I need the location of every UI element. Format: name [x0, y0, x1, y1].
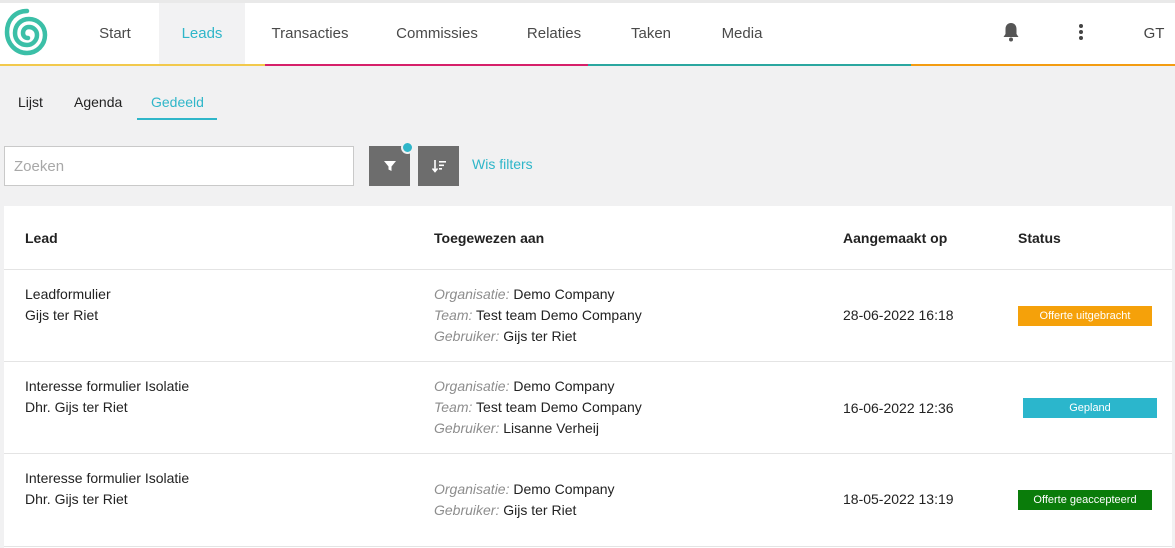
- assigned-value: Test team Demo Company: [476, 307, 642, 323]
- filter-funnel-icon: [383, 161, 396, 171]
- assigned-line: Organisatie: Demo Company: [434, 284, 642, 305]
- created-date: 18-05-2022 13:19: [843, 491, 954, 507]
- leads-table: Lead Toegewezen aan Aangemaakt op Status…: [4, 206, 1172, 548]
- nav-color-bar: [0, 64, 1175, 66]
- tab-lijst[interactable]: Lijst: [18, 94, 43, 120]
- assigned-label: Organisatie:: [434, 378, 510, 394]
- assigned-value: Gijs ter Riet: [503, 502, 577, 518]
- assigned-value: Gijs ter Riet: [503, 328, 577, 344]
- assigned-line: Organisatie: Demo Company: [434, 479, 615, 500]
- top-navigation: Start Leads Transacties Commissies Relat…: [0, 0, 1175, 66]
- color-bar-segment: [911, 64, 1175, 66]
- more-options-icon[interactable]: [1068, 3, 1094, 64]
- table-row[interactable]: Interesse formulier Isolatie Dhr. Gijs t…: [4, 362, 1172, 453]
- nav-item-leads[interactable]: Leads: [159, 3, 245, 64]
- assigned-line: Gebruiker: Gijs ter Riet: [434, 326, 642, 347]
- user-avatar-initials[interactable]: GT: [1134, 3, 1174, 64]
- created-date: 16-06-2022 12:36: [843, 400, 954, 416]
- nav-item-commissies[interactable]: Commissies: [384, 3, 490, 64]
- sort-icon: [431, 160, 446, 173]
- assigned-line: Gebruiker: Lisanne Verheij: [434, 418, 642, 439]
- color-bar-segment: [0, 64, 265, 66]
- assigned-line: Organisatie: Demo Company: [434, 376, 642, 397]
- assigned-value: Demo Company: [513, 481, 615, 497]
- assigned-label: Gebruiker:: [434, 328, 500, 344]
- divider: [4, 546, 1172, 547]
- clear-filters-link[interactable]: Wis filters: [472, 156, 533, 172]
- assigned-label: Organisatie:: [434, 481, 510, 497]
- nav-item-taken[interactable]: Taken: [620, 3, 682, 64]
- assigned-line: Team: Test team Demo Company: [434, 305, 642, 326]
- spiral-logo-icon[interactable]: [3, 7, 51, 59]
- active-filter-indicator: [401, 141, 414, 154]
- lead-title: Leadformulier: [25, 286, 111, 302]
- assigned-label: Team:: [434, 399, 473, 415]
- color-bar-segment: [265, 64, 588, 66]
- assigned-value: Test team Demo Company: [476, 399, 642, 415]
- lead-name: Dhr. Gijs ter Riet: [25, 491, 128, 507]
- sort-button[interactable]: [418, 146, 459, 186]
- assigned-value: Lisanne Verheij: [503, 420, 599, 436]
- tab-gedeeld[interactable]: Gedeeld: [137, 94, 217, 120]
- lead-title: Interesse formulier Isolatie: [25, 378, 190, 394]
- lead-name: Gijs ter Riet: [25, 307, 99, 323]
- color-bar-segment: [588, 64, 911, 66]
- lead-name: Dhr. Gijs ter Riet: [25, 399, 128, 415]
- tab-agenda[interactable]: Agenda: [74, 94, 122, 120]
- notifications-bell-icon[interactable]: [996, 3, 1026, 64]
- assigned-label: Gebruiker:: [434, 502, 500, 518]
- assigned-line: Gebruiker: Gijs ter Riet: [434, 500, 615, 521]
- status-badge: Gepland: [1023, 398, 1157, 418]
- assigned-label: Gebruiker:: [434, 420, 500, 436]
- search-input[interactable]: [4, 146, 354, 186]
- status-badge: Offerte geaccepteerd: [1018, 490, 1152, 510]
- lead-title: Interesse formulier Isolatie: [25, 470, 190, 486]
- assigned-label: Team:: [434, 307, 473, 323]
- created-date: 28-06-2022 16:18: [843, 307, 954, 323]
- nav-item-transacties[interactable]: Transacties: [262, 3, 358, 64]
- table-row[interactable]: Interesse formulier Isolatie Dhr. Gijs t…: [4, 454, 1172, 546]
- column-header-created[interactable]: Aangemaakt op: [843, 230, 947, 246]
- nav-item-relaties[interactable]: Relaties: [515, 3, 593, 64]
- assigned-value: Demo Company: [513, 378, 615, 394]
- assigned-value: Demo Company: [513, 286, 615, 302]
- nav-item-media[interactable]: Media: [708, 3, 776, 64]
- column-header-assigned[interactable]: Toegewezen aan: [434, 230, 544, 246]
- column-header-lead[interactable]: Lead: [25, 230, 58, 246]
- assigned-line: Team: Test team Demo Company: [434, 397, 642, 418]
- nav-item-start[interactable]: Start: [79, 3, 151, 64]
- table-row[interactable]: Leadformulier Gijs ter Riet Organisatie:…: [4, 270, 1172, 361]
- status-badge: Offerte uitgebracht: [1018, 306, 1152, 326]
- assigned-label: Organisatie:: [434, 286, 510, 302]
- column-header-status[interactable]: Status: [1018, 230, 1061, 246]
